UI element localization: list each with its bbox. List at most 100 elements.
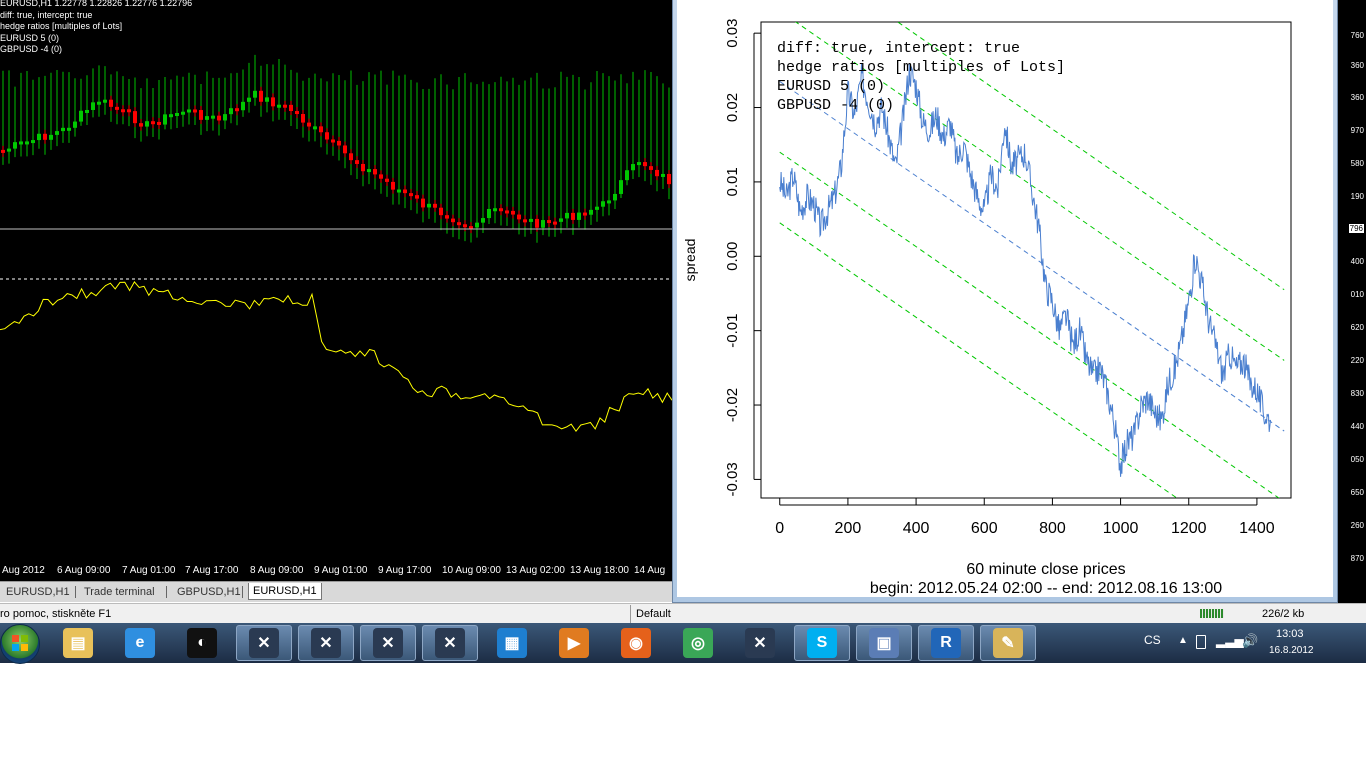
- metatrader-icon-4: ✕: [435, 628, 465, 658]
- candle-body: [97, 101, 101, 105]
- time-label: 14 Aug: [634, 565, 666, 576]
- taskbar-button[interactable]: ◐: [174, 625, 230, 661]
- windows-taskbar: ▤ e ◐ ✕ ✕ ✕ ✕ ▦ ▶ ◉ ◎ ✕ S ▣ R ✎ CS ▲ ▂▃▅ 🔊 13:03 16.8.2…: [0, 623, 1366, 664]
- taskbar-button[interactable]: ▤: [50, 625, 106, 661]
- candles: [1, 86, 671, 234]
- candle-body: [397, 189, 401, 193]
- plot-annotation-line: diff: true, intercept: true: [777, 40, 1020, 57]
- candle-body: [547, 220, 551, 224]
- x-tick-label: 1400: [1239, 520, 1275, 537]
- x-tick-label: 400: [903, 520, 930, 537]
- candle-body: [199, 110, 203, 120]
- price-label: 360: [1350, 93, 1364, 102]
- candle-body: [433, 203, 437, 208]
- candle-body: [211, 115, 215, 119]
- candle-body: [601, 201, 605, 207]
- taskbar-button[interactable]: R: [918, 625, 974, 661]
- volume-icon[interactable]: 🔊: [1242, 633, 1258, 649]
- paint-icon: ✎: [993, 628, 1023, 658]
- candle-body: [55, 131, 59, 135]
- candle-body: [451, 218, 455, 223]
- taskbar-button[interactable]: ✕: [732, 625, 788, 661]
- x-tick-label: 600: [971, 520, 998, 537]
- network-icon[interactable]: ▂▃▅: [1216, 634, 1244, 648]
- candle-body: [535, 218, 539, 228]
- price-label: 190: [1350, 192, 1364, 201]
- tab-trade-terminal[interactable]: Trade terminal: [80, 584, 159, 600]
- spread-series-line: [779, 63, 1271, 477]
- clock-time[interactable]: 13:03: [1276, 628, 1304, 640]
- candle-body: [151, 121, 155, 125]
- taskbar-button[interactable]: ◎: [670, 625, 726, 661]
- price-chart-canvas[interactable]: [0, 0, 672, 562]
- time-label: 13 Aug 18:00: [570, 565, 629, 576]
- candle-body: [247, 97, 251, 102]
- candle-body: [583, 212, 587, 216]
- histogram-bars: [2, 54, 670, 243]
- candle-body: [481, 218, 485, 223]
- tab-gbpusd[interactable]: GBPUSD,H1: [173, 584, 245, 600]
- candle-body: [385, 178, 389, 182]
- candle-body: [343, 145, 347, 154]
- start-button[interactable]: [0, 624, 40, 664]
- system-tray: CS ▲ ▂▃▅ 🔊 13:03 16.8.2012: [1126, 623, 1366, 663]
- candle-body: [127, 109, 131, 113]
- legend-line-eurusd: EURUSD 5 (0): [0, 32, 60, 43]
- x-tick-label: 0: [775, 520, 784, 537]
- taskbar-button[interactable]: ✕: [422, 625, 478, 661]
- show-hidden-icons-icon[interactable]: ▲: [1178, 635, 1188, 646]
- candle-body: [163, 114, 167, 125]
- candle-body: [457, 222, 461, 226]
- language-indicator[interactable]: CS: [1144, 633, 1161, 647]
- y-tick-label: -0.03: [724, 462, 741, 496]
- y-tick-label: 0.03: [724, 19, 741, 48]
- taskbar-button[interactable]: ✕: [360, 625, 416, 661]
- candle-body: [271, 97, 275, 107]
- candle-body: [589, 209, 593, 215]
- candle-body: [13, 142, 17, 149]
- candle-body: [379, 174, 383, 179]
- taskbar-button[interactable]: ▶: [546, 625, 602, 661]
- price-label: 620: [1350, 323, 1364, 332]
- taskbar-button[interactable]: S: [794, 625, 850, 661]
- y-tick-label: 0.01: [724, 167, 741, 196]
- candle-body: [361, 163, 365, 172]
- taskbar-button[interactable]: ▣: [856, 625, 912, 661]
- candle-body: [571, 212, 575, 220]
- status-profile: Default: [630, 605, 671, 623]
- chart-legend: EURUSD,H1 1.22778 1.22826 1.22776 1.2279…: [0, 0, 192, 56]
- taskbar-button[interactable]: ✕: [236, 625, 292, 661]
- clock-date[interactable]: 16.8.2012: [1269, 645, 1314, 656]
- candle-body: [493, 208, 497, 212]
- candle-body: [265, 97, 269, 102]
- taskbar-button[interactable]: ✎: [980, 625, 1036, 661]
- tab-eurusd-active[interactable]: EURUSD,H1: [248, 583, 322, 600]
- candle-body: [37, 133, 41, 141]
- y-tick-label: 0.02: [724, 93, 741, 122]
- candle-body: [619, 180, 623, 194]
- r-graphics-window[interactable]: 0 200 400 600 800 1000 1200 1400 -0.03 -0.02 -0.01…: [672, 0, 1338, 603]
- taskbar-button[interactable]: ✕: [298, 625, 354, 661]
- tab-eurusd-1[interactable]: EURUSD,H1: [2, 584, 74, 600]
- metatrader-chart[interactable]: EURUSD,H1 1.22778 1.22826 1.22776 1.2279…: [0, 0, 672, 581]
- price-label: 580: [1350, 159, 1364, 168]
- taskbar-button[interactable]: e: [112, 625, 168, 661]
- taskbar-button[interactable]: ◉: [608, 625, 664, 661]
- candle-body: [667, 173, 671, 185]
- tab-separator: [242, 586, 243, 598]
- candle-body: [613, 193, 617, 201]
- current-price-label: 796: [1348, 224, 1364, 233]
- taskbar-button[interactable]: ▦: [484, 625, 540, 661]
- battery-icon[interactable]: [1196, 635, 1206, 649]
- r-plot-area: 0 200 400 600 800 1000 1200 1400 -0.03 -0.02 -0.01…: [677, 0, 1333, 597]
- price-label: 870: [1350, 554, 1364, 563]
- candle-body: [187, 109, 191, 113]
- time-label: 7 Aug 01:00: [122, 565, 176, 576]
- legend-line-gbpusd: GBPUSD -4 (0): [0, 44, 63, 54]
- price-label: 970: [1350, 126, 1364, 135]
- candle-body: [577, 212, 581, 220]
- indicator-line: [0, 281, 672, 433]
- candle-body: [523, 219, 527, 223]
- internet-explorer-icon: e: [125, 628, 155, 658]
- time-label: 7 Aug 17:00: [185, 565, 239, 576]
